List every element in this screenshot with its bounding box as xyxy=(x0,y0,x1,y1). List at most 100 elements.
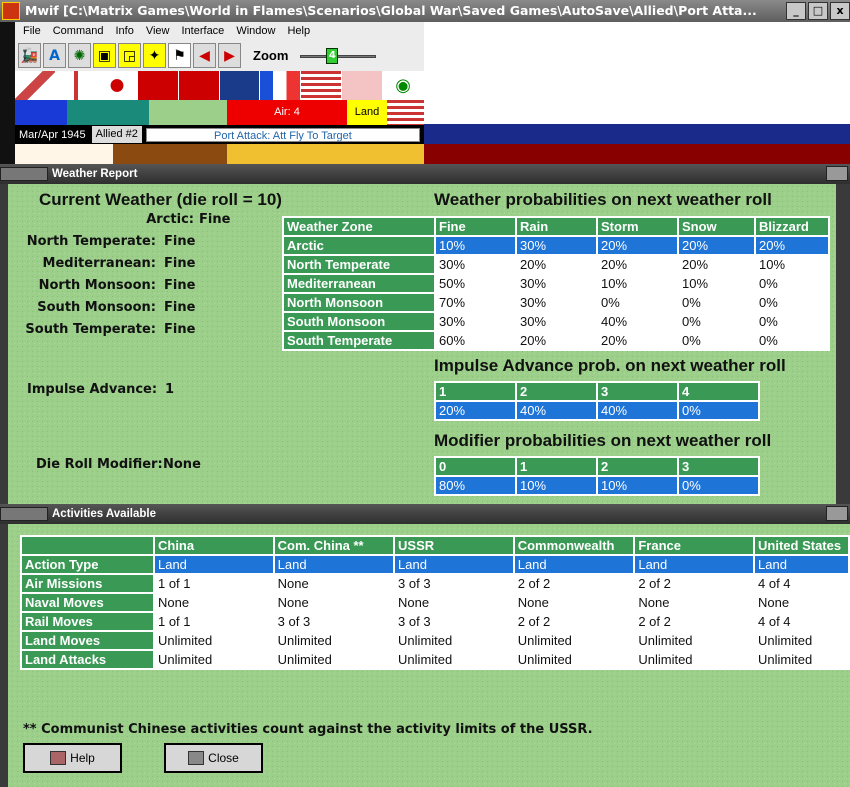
action-label: Port Attack: Att Fly To Target xyxy=(145,127,420,142)
menu-help[interactable]: Help xyxy=(287,25,310,37)
cell: 30% xyxy=(515,273,598,294)
modifier-prob-title: Modifier probabilities on next weather r… xyxy=(434,431,772,450)
close-window-button[interactable]: x xyxy=(830,2,850,20)
table-row[interactable]: Arctic 10% 30% 20% 20% 20% xyxy=(282,235,830,256)
panel-close-button[interactable] xyxy=(826,506,848,521)
weather-prob-table: Weather Zone Fine Rain Storm Snow Blizza… xyxy=(282,216,830,351)
panel-close-button[interactable] xyxy=(826,166,848,181)
panel-tab[interactable] xyxy=(0,167,48,181)
cell: 20% xyxy=(434,400,517,421)
table-header-row: Weather Zone Fine Rain Storm Snow Blizza… xyxy=(282,216,830,237)
cell: 30% xyxy=(434,254,517,275)
flag-icon-france[interactable] xyxy=(260,71,302,100)
target-icon[interactable]: ◉ xyxy=(383,71,425,100)
cell: None xyxy=(512,592,636,613)
flag-icon-uk[interactable] xyxy=(219,71,261,100)
cursor-icon[interactable]: ✦ xyxy=(143,43,166,68)
cell: 0% xyxy=(677,475,760,496)
table-row[interactable]: Naval Moves None None None None None Non… xyxy=(20,592,850,613)
die-roll-modifier-label: Die Roll Modifier: xyxy=(36,457,163,472)
minimize-button[interactable]: _ xyxy=(786,2,806,20)
table-row[interactable]: Land Moves Unlimited Unlimited Unlimited… xyxy=(20,630,850,651)
cell: None xyxy=(633,592,756,613)
cell: Land xyxy=(512,554,636,575)
nav2-icon[interactable]: ◲ xyxy=(118,43,141,68)
cell: 3 of 3 xyxy=(272,611,396,632)
flag-icon-taiwan[interactable] xyxy=(178,71,220,100)
header-cell: 1 xyxy=(434,381,517,402)
cell: Unlimited xyxy=(152,649,275,670)
flag-icon-other[interactable] xyxy=(342,71,384,100)
cell: 10% xyxy=(754,254,830,275)
flag-icon-usa[interactable] xyxy=(301,71,343,100)
cell: None xyxy=(753,592,850,613)
cell: 20% xyxy=(515,254,598,275)
flag-icon-japan[interactable] xyxy=(96,71,138,100)
cell: 0% xyxy=(677,400,760,421)
row-label: South Monsoon xyxy=(282,311,436,332)
header-cell: 1 xyxy=(515,456,598,477)
cell: 0% xyxy=(754,292,830,313)
panel-tab[interactable] xyxy=(0,507,48,521)
weather-report-title: Weather Report xyxy=(52,168,138,180)
menu-interface[interactable]: Interface xyxy=(182,25,225,37)
header-cell: China xyxy=(152,535,275,556)
table-row[interactable]: 20% 40% 40% 0% xyxy=(434,400,760,421)
cell: 80% xyxy=(434,475,517,496)
nav-icon[interactable]: ▣ xyxy=(93,43,116,68)
zoom-value[interactable]: 4 xyxy=(326,47,339,64)
table-row[interactable]: Land Attacks Unlimited Unlimited Unlimit… xyxy=(20,649,850,670)
cell: None xyxy=(272,573,396,594)
table-row[interactable]: Action Type Land Land Land Land Land Lan… xyxy=(20,554,850,575)
text-a-icon[interactable]: A xyxy=(43,43,66,68)
cell: 30% xyxy=(515,292,598,313)
table-row[interactable]: Mediterranean 50% 30% 10% 10% 0% xyxy=(282,273,830,294)
zone-label: South Monsoon: xyxy=(37,300,156,315)
zone-label: Arctic: xyxy=(146,212,194,227)
zoom-slider[interactable]: 4 xyxy=(300,46,377,66)
row-label: Land Attacks xyxy=(20,649,155,670)
window-title: Mwif [C:\Matrix Games\World in Flames\Sc… xyxy=(25,3,757,18)
maximize-button[interactable]: □ xyxy=(808,2,828,20)
cell: 4 of 4 xyxy=(753,573,850,594)
table-row[interactable]: South Monsoon 30% 30% 40% 0% 0% xyxy=(282,311,830,332)
side-label: Allied #2 xyxy=(91,126,142,143)
gear-icon[interactable]: ✺ xyxy=(68,43,91,68)
cell: 10% xyxy=(677,273,756,294)
cell: 30% xyxy=(515,235,598,256)
cell: 20% xyxy=(596,330,679,351)
menu-command[interactable]: Command xyxy=(53,25,104,37)
flag-icon-switzerland[interactable] xyxy=(55,71,97,100)
close-button[interactable]: Close xyxy=(164,743,263,773)
color-strip xyxy=(15,144,424,164)
activities-panel: China Com. China ** USSR Commonwealth Fr… xyxy=(0,524,850,787)
modifier-prob-table: 0 1 2 3 80% 10% 10% 0% xyxy=(434,456,760,496)
weather-prob-title: Weather probabilities on next weather ro… xyxy=(434,190,772,209)
cell: Unlimited xyxy=(512,649,636,670)
menu-file[interactable]: File xyxy=(23,25,41,37)
table-row[interactable]: North Monsoon 70% 30% 0% 0% 0% xyxy=(282,292,830,313)
impulse-advance-value: 1 xyxy=(165,382,175,397)
train-icon[interactable]: 🚂 xyxy=(18,43,41,68)
zone-value: Fine xyxy=(164,322,196,337)
help-button[interactable]: Help xyxy=(23,743,122,773)
flag-icon-ussr[interactable] xyxy=(137,71,179,100)
table-row[interactable]: North Temperate 30% 20% 20% 20% 10% xyxy=(282,254,830,275)
header-cell: Com. China ** xyxy=(272,535,396,556)
menu-window[interactable]: Window xyxy=(236,25,275,37)
flag-icon-china[interactable] xyxy=(15,71,56,100)
row-label: Air Missions xyxy=(20,573,155,594)
arrow-right-icon[interactable]: ▶ xyxy=(218,43,241,68)
menu-info[interactable]: Info xyxy=(115,25,133,37)
flag-icon[interactable]: ⚑ xyxy=(168,43,191,68)
table-row[interactable]: Rail Moves 1 of 1 3 of 3 3 of 3 2 of 2 2… xyxy=(20,611,850,632)
toolbar: 🚂 A ✺ ▣ ◲ ✦ ⚑ ◀ ▶ Zoom 4 xyxy=(15,40,424,71)
row-label: Rail Moves xyxy=(20,611,155,632)
table-row[interactable]: South Temperate 60% 20% 20% 0% 0% xyxy=(282,330,830,351)
table-row[interactable]: Air Missions 1 of 1 None 3 of 3 2 of 2 2… xyxy=(20,573,850,594)
arrow-left-icon[interactable]: ◀ xyxy=(193,43,216,68)
table-row[interactable]: 80% 10% 10% 0% xyxy=(434,475,760,496)
menu-view[interactable]: View xyxy=(146,25,170,37)
map-stripes xyxy=(424,124,850,164)
cell: 0% xyxy=(677,292,756,313)
